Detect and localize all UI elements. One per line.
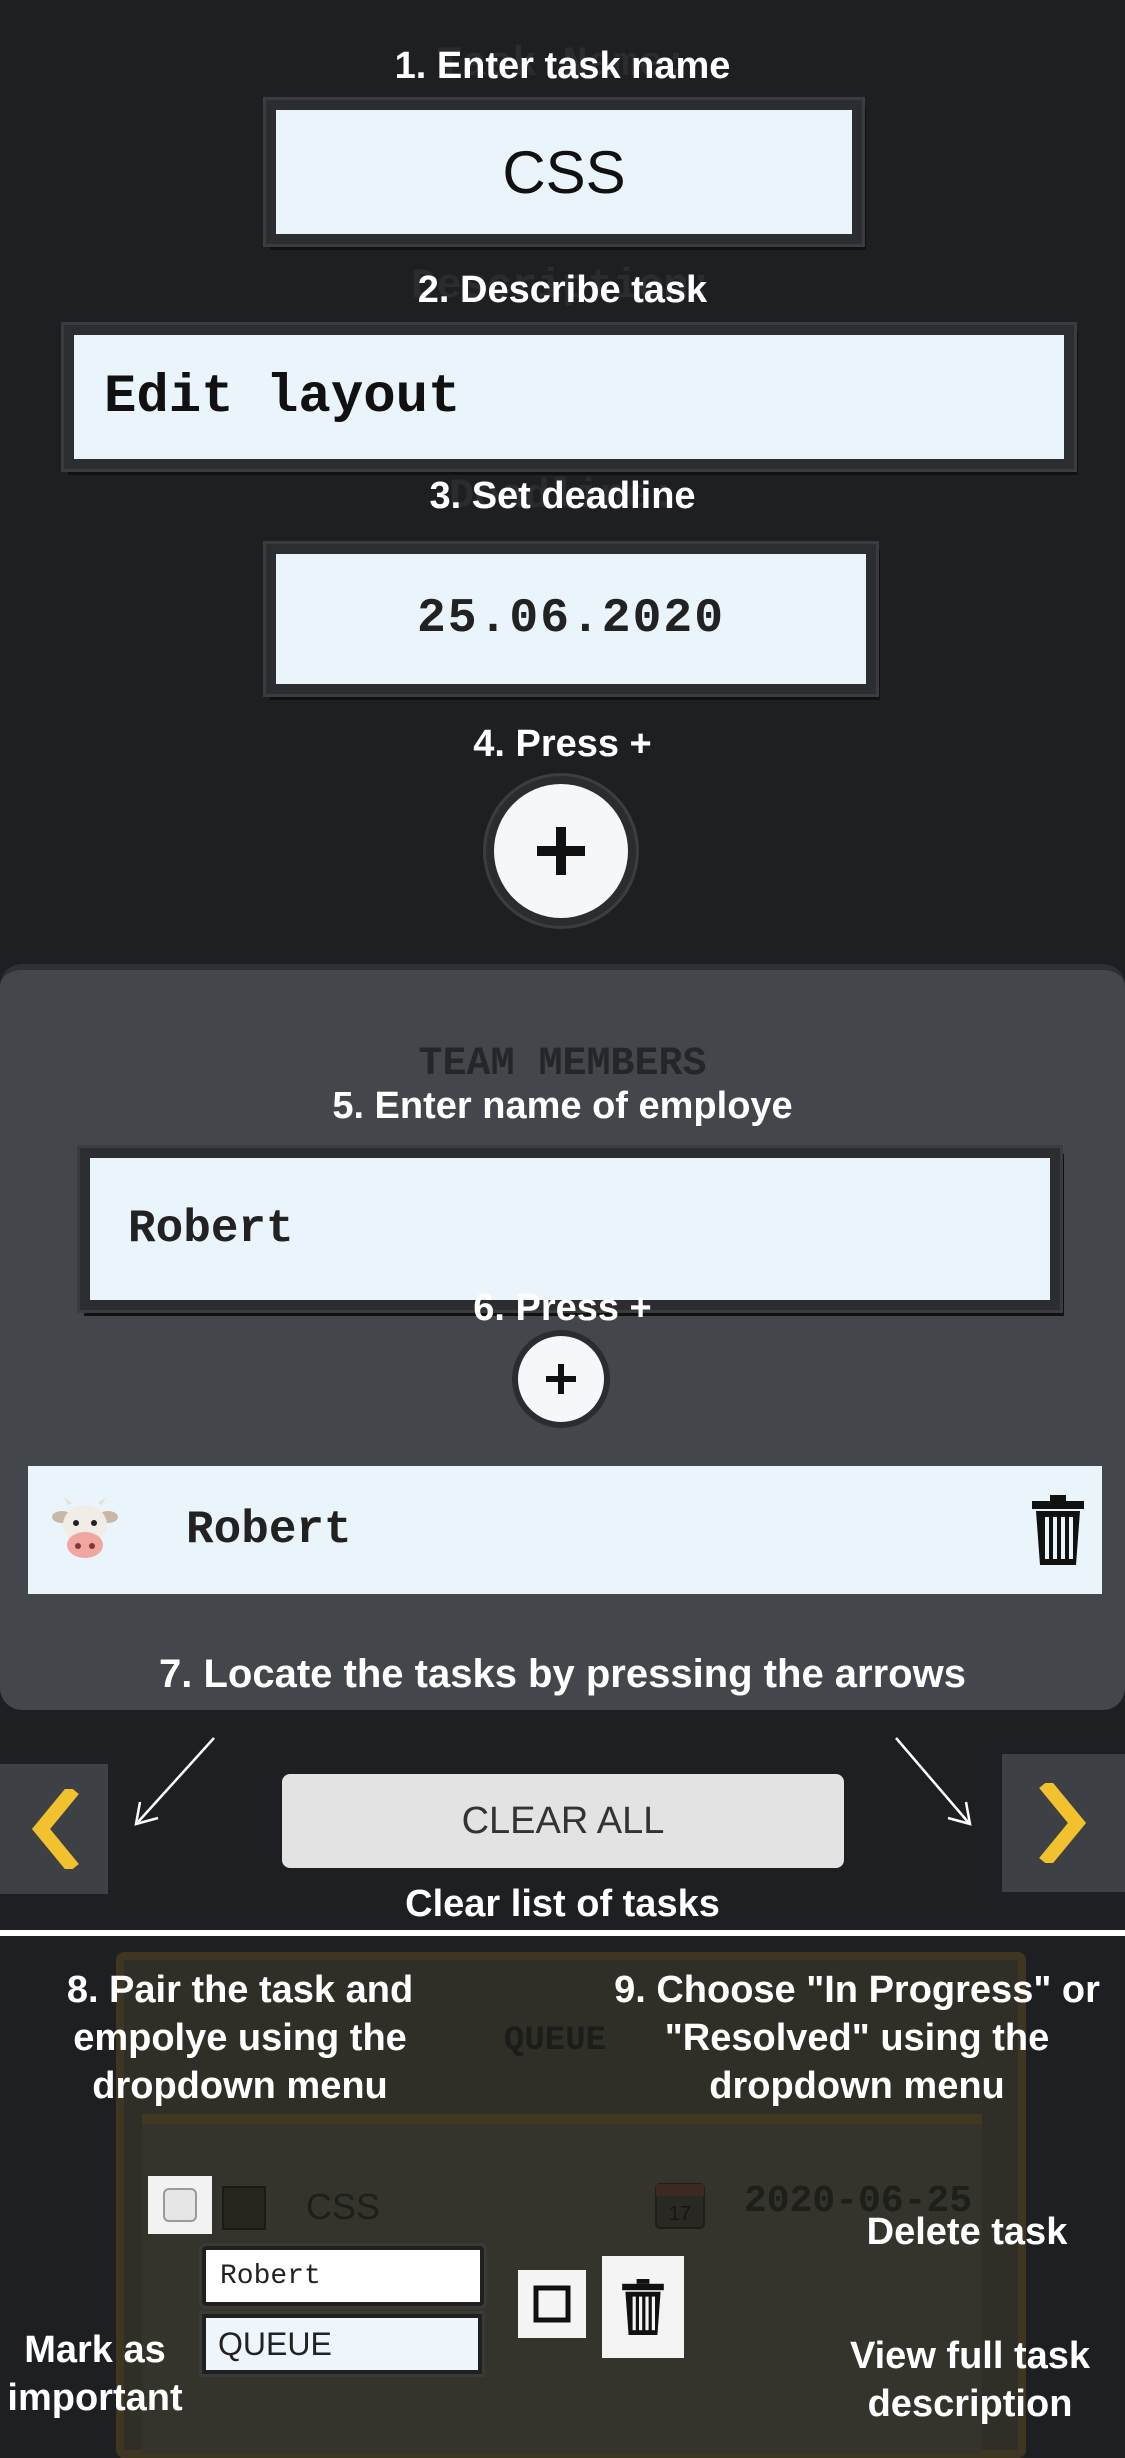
status-dropdown-value: QUEUE	[218, 2325, 332, 2362]
calendar-icon: 17	[654, 2178, 706, 2230]
calendar-day: 17	[669, 2203, 691, 2225]
section-divider	[0, 1930, 1125, 1936]
employee-dropdown[interactable]: Robert	[202, 2246, 484, 2306]
status-dropdown[interactable]: QUEUE	[202, 2314, 482, 2374]
task-color-swatch	[222, 2186, 266, 2230]
mark-important-callout: Mark as important	[7, 2329, 183, 2419]
trash-icon	[622, 2279, 664, 2335]
step-8-annotation: 8. Pair the task and empolye using the d…	[66, 1969, 414, 2107]
delete-task-callout: Delete task	[866, 2211, 1068, 2253]
important-checkbox[interactable]	[163, 2188, 197, 2222]
clear-all-button[interactable]: CLEAR ALL	[282, 1774, 844, 1868]
task-card-name: CSS	[306, 2186, 381, 2227]
view-description-button[interactable]	[518, 2270, 586, 2338]
clear-all-label: CLEAR ALL	[461, 1799, 665, 1842]
clear-all-caption: Clear list of tasks	[405, 1883, 720, 1925]
important-checkbox-frame	[148, 2176, 212, 2234]
step-9-annotation: 9. Choose "In Progress" or "Resolved" us…	[614, 1969, 1100, 2107]
queue-column-title: QUEUE	[504, 2022, 607, 2060]
employee-dropdown-value: Robert	[220, 2260, 321, 2292]
view-description-callout: View full task description	[849, 2335, 1091, 2425]
delete-task-button[interactable]	[602, 2256, 684, 2358]
square-outline-icon	[533, 2285, 571, 2323]
